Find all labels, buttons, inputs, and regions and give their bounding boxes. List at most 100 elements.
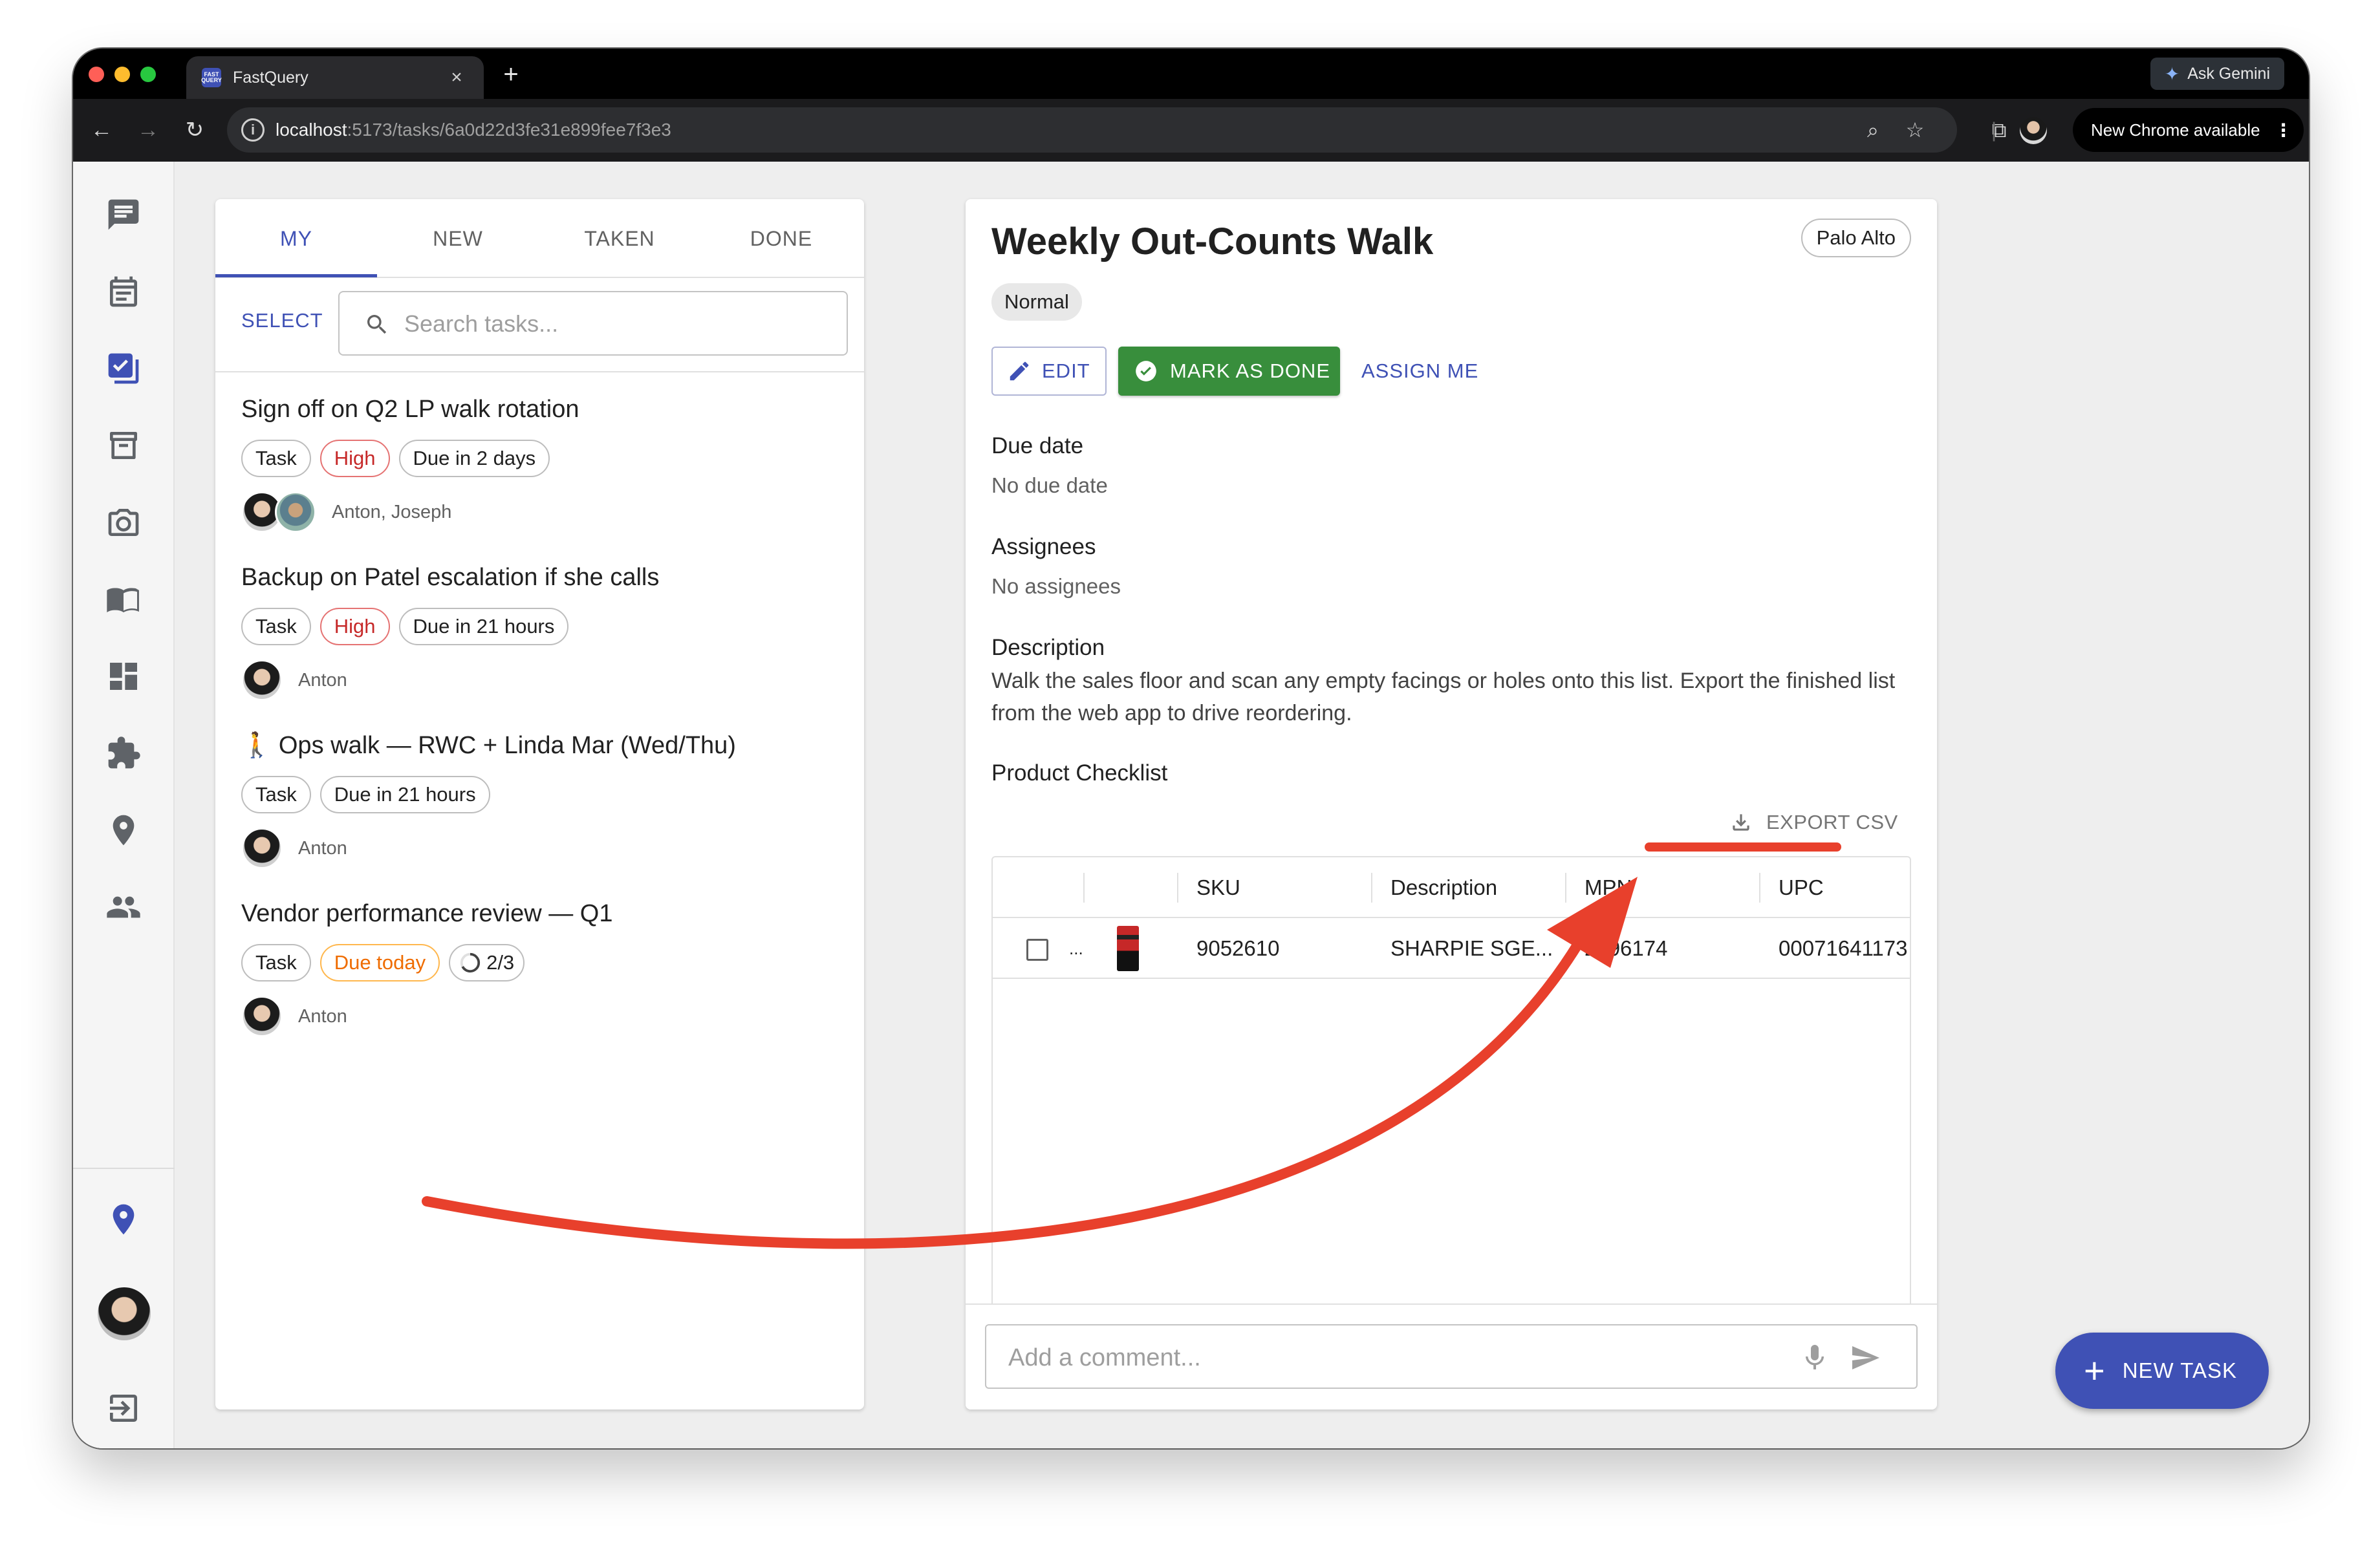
- current-location-pin-icon[interactable]: [92, 1188, 155, 1250]
- zoom-icon[interactable]: ⌕: [1857, 107, 1889, 153]
- edit-button[interactable]: EDIT: [991, 347, 1107, 396]
- tab-strip: FAST QUERY FastQuery × + ✦ Ask Gemini: [73, 48, 2309, 99]
- avatar: [241, 659, 283, 701]
- site-info-icon[interactable]: i: [241, 118, 265, 142]
- progress-ring-icon: [460, 952, 481, 973]
- search-box[interactable]: [338, 291, 848, 356]
- column-header-mpn[interactable]: MPN: [1585, 857, 1632, 918]
- mark-as-done-button[interactable]: MARK AS DONE: [1118, 347, 1340, 396]
- column-header-description[interactable]: Description: [1390, 857, 1497, 918]
- tab-title: FastQuery: [233, 68, 308, 87]
- task-assignees: Anton: [241, 659, 849, 701]
- comment-input[interactable]: [1008, 1338, 1771, 1377]
- tab-my[interactable]: MY: [215, 199, 377, 278]
- calendar-icon[interactable]: [92, 261, 155, 323]
- task-item[interactable]: Sign off on Q2 LP walk rotation Task Hig…: [241, 393, 849, 533]
- chat-icon[interactable]: [92, 184, 155, 246]
- assignee-names: Anton: [298, 1005, 347, 1027]
- extensions-puzzle-icon[interactable]: ⧉: [1981, 112, 2017, 148]
- task-chips: Task Due in 21 hours: [241, 776, 849, 813]
- location-chip: Palo Alto: [1801, 219, 1911, 257]
- rail-divider: [73, 1168, 175, 1169]
- new-task-button[interactable]: + NEW TASK: [2055, 1333, 2269, 1409]
- dashboard-icon[interactable]: [92, 645, 155, 707]
- export-csv-button[interactable]: EXPORT CSV: [1729, 810, 1898, 835]
- new-tab-button[interactable]: +: [497, 60, 525, 89]
- type-chip: Task: [241, 608, 311, 645]
- tab-new[interactable]: NEW: [377, 199, 539, 278]
- task-item[interactable]: Vendor performance review — Q1 Task Due …: [241, 897, 849, 1037]
- browser-toolbar: ← → ↻ i localhost:5173/tasks/6a0d22d3fe3…: [73, 99, 2309, 162]
- url-text[interactable]: localhost:5173/tasks/6a0d22d3fe31e899fee…: [276, 107, 671, 153]
- assignees-label: Assignees: [991, 534, 1096, 559]
- back-arrow-icon[interactable]: ←: [83, 112, 120, 148]
- archive-icon[interactable]: [92, 414, 155, 477]
- product-checklist-table: SKU Description MPN UPC ... 9052610 SHAR…: [991, 856, 1911, 1309]
- user-avatar[interactable]: [98, 1287, 151, 1340]
- task-item[interactable]: Backup on Patel escalation if she calls …: [241, 561, 849, 701]
- type-chip: Task: [241, 440, 311, 477]
- task-detail-title: Weekly Out-Counts Walk: [991, 220, 1434, 263]
- tasks-checkbox-icon[interactable]: [92, 338, 155, 400]
- column-header-sku[interactable]: SKU: [1196, 857, 1240, 918]
- send-icon[interactable]: [1850, 1342, 1881, 1373]
- export-csv-label: EXPORT CSV: [1766, 811, 1898, 833]
- address-bar[interactable]: i localhost:5173/tasks/6a0d22d3fe31e899f…: [227, 107, 1957, 153]
- browser-tab[interactable]: FAST QUERY FastQuery ×: [186, 56, 484, 99]
- row-more-button[interactable]: ...: [1069, 918, 1083, 979]
- task-title: Backup on Patel escalation if she calls: [241, 564, 660, 591]
- book-icon[interactable]: [92, 568, 155, 630]
- tab-done[interactable]: DONE: [700, 199, 862, 278]
- description-label: Description: [991, 635, 1105, 660]
- table-row[interactable]: ... 9052610 SHARPIE SGE... 2096174 00071…: [993, 918, 1910, 1040]
- ask-gemini-button[interactable]: ✦ Ask Gemini: [2150, 58, 2284, 90]
- type-chip: Task: [241, 776, 311, 813]
- task-filter-tabs: MY NEW TAKEN DONE: [215, 199, 864, 278]
- column-header-upc[interactable]: UPC: [1779, 857, 1824, 918]
- location-pin-icon[interactable]: [92, 799, 155, 861]
- logout-icon[interactable]: [92, 1377, 155, 1439]
- due-date-label: Due date: [991, 433, 1084, 458]
- close-window-button[interactable]: [89, 67, 104, 82]
- maximize-window-button[interactable]: [140, 67, 156, 82]
- cell-description: SHARPIE SGE...: [1390, 936, 1552, 960]
- more-vert-icon[interactable]: ⋮: [2275, 120, 2293, 141]
- profile-avatar[interactable]: [2020, 117, 2047, 144]
- url-path: :5173/tasks/6a0d22d3fe31e899fee7f3e3: [347, 120, 671, 140]
- people-icon[interactable]: [92, 876, 155, 938]
- gemini-sparkle-icon: ✦: [2164, 63, 2180, 84]
- chrome-update-button[interactable]: New Chrome available ⋮: [2073, 108, 2304, 152]
- table-fade: [1890, 979, 1910, 1040]
- tab-taken[interactable]: TAKEN: [539, 199, 700, 278]
- reload-icon[interactable]: ↻: [177, 112, 213, 148]
- comment-box[interactable]: [985, 1324, 1918, 1389]
- task-detail-panel: Weekly Out-Counts Walk Palo Alto Normal …: [966, 199, 1937, 1410]
- row-checkbox[interactable]: [1026, 939, 1048, 961]
- due-chip: Due in 21 hours: [319, 776, 490, 813]
- select-button[interactable]: SELECT: [241, 309, 323, 332]
- new-task-label: NEW TASK: [2122, 1358, 2238, 1382]
- bookmark-star-icon[interactable]: ☆: [1899, 107, 1931, 153]
- description-text: Walk the sales floor and scan any empty …: [991, 669, 1896, 725]
- task-assignees: Anton: [241, 828, 849, 869]
- task-chips: Task High Due in 21 hours: [241, 608, 849, 645]
- assign-me-button[interactable]: ASSIGN ME: [1354, 347, 1483, 396]
- due-date-value: No due date: [991, 473, 1108, 497]
- app-page: MY NEW TAKEN DONE SELECT Sign off on Q2 …: [73, 162, 2309, 1448]
- task-chips: Task Due today 2/3: [241, 944, 849, 981]
- column-separator: [1083, 873, 1085, 903]
- browser-chrome: FAST QUERY FastQuery × + ✦ Ask Gemini ← …: [73, 48, 2309, 162]
- task-item[interactable]: 🚶 Ops walk — RWC + Linda Mar (Wed/Thu) T…: [241, 729, 849, 869]
- search-input[interactable]: [404, 305, 831, 343]
- minimize-window-button[interactable]: [114, 67, 130, 82]
- due-chip: Due in 21 hours: [398, 608, 569, 645]
- forward-arrow-icon[interactable]: →: [130, 112, 166, 148]
- close-tab-icon[interactable]: ×: [445, 67, 468, 89]
- assignees-value: No assignees: [991, 574, 1121, 598]
- plus-icon: +: [2084, 1350, 2106, 1391]
- extension-icon[interactable]: [92, 722, 155, 784]
- microphone-icon[interactable]: [1799, 1342, 1830, 1373]
- priority-chip: High: [319, 440, 390, 477]
- camera-icon[interactable]: [92, 491, 155, 553]
- task-assignees: Anton: [241, 996, 849, 1037]
